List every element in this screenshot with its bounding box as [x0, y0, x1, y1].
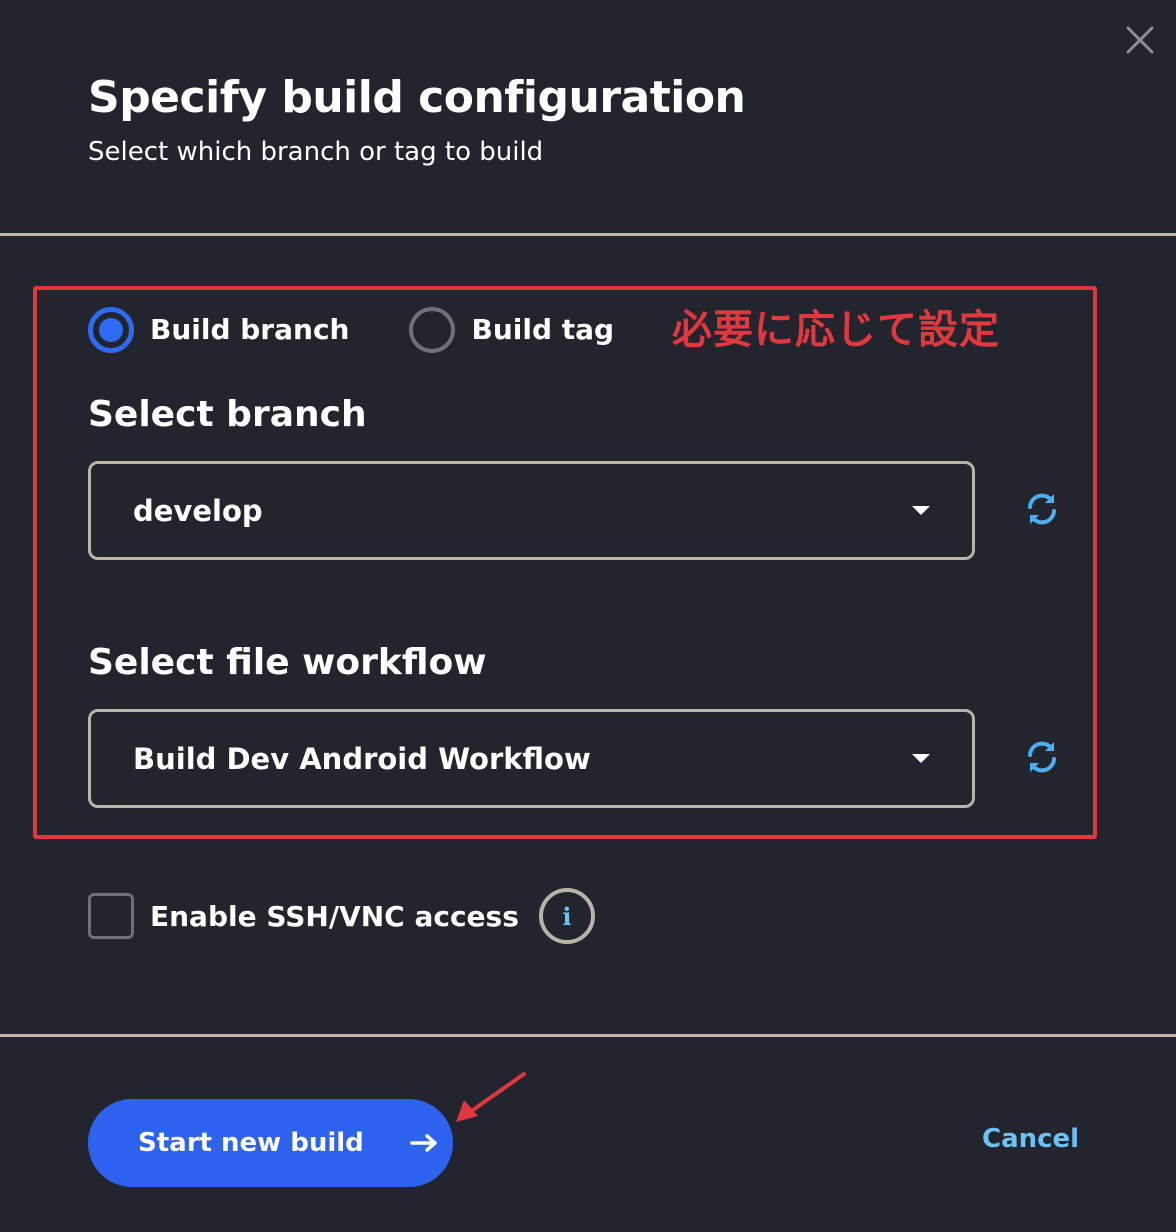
dialog-title: Specify build configuration — [88, 72, 746, 123]
branch-select[interactable]: develop — [88, 461, 975, 560]
branch-field-label: Select branch — [88, 394, 367, 435]
header-divider — [0, 233, 1176, 236]
cancel-button[interactable]: Cancel — [982, 1124, 1079, 1154]
ssh-access-label[interactable]: Enable SSH/VNC access — [150, 900, 519, 933]
caret-down-icon — [912, 754, 930, 763]
refresh-icon[interactable] — [1023, 490, 1061, 528]
radio-label: Build tag — [471, 313, 615, 346]
refresh-icon[interactable] — [1023, 738, 1061, 776]
annotation-arrow-icon — [456, 1072, 526, 1122]
dialog-subtitle: Select which branch or tag to build — [88, 137, 544, 167]
workflow-field-label: Select file workflow — [88, 642, 487, 683]
ssh-access-checkbox[interactable] — [88, 893, 134, 939]
build-type-radio-group: Build branch Build tag — [88, 307, 614, 353]
radio-label: Build branch — [150, 313, 350, 346]
radio-unselected-icon — [409, 307, 456, 353]
build-config-dialog: Specify build configuration Select which… — [0, 0, 1176, 1232]
radio-build-tag[interactable]: Build tag — [409, 307, 614, 353]
workflow-select[interactable]: Build Dev Android Workflow — [88, 709, 975, 808]
start-new-build-button[interactable]: Start new build — [88, 1099, 453, 1187]
workflow-select-value: Build Dev Android Workflow — [133, 741, 591, 776]
ssh-access-row: Enable SSH/VNC access i — [88, 888, 595, 944]
start-button-label: Start new build — [138, 1128, 364, 1158]
info-icon[interactable]: i — [538, 888, 595, 944]
footer-divider — [0, 1034, 1176, 1037]
radio-selected-icon — [88, 307, 134, 353]
caret-down-icon — [912, 506, 930, 515]
radio-build-branch[interactable]: Build branch — [88, 307, 349, 353]
close-button[interactable] — [1118, 18, 1162, 62]
annotation-text: 必要に応じて設定 — [672, 307, 1000, 353]
arrow-right-icon — [410, 1134, 437, 1152]
info-glyph: i — [562, 901, 572, 931]
close-icon — [1126, 26, 1154, 54]
branch-select-value: develop — [133, 493, 263, 528]
dialog-header: Specify build configuration Select which… — [88, 70, 746, 168]
